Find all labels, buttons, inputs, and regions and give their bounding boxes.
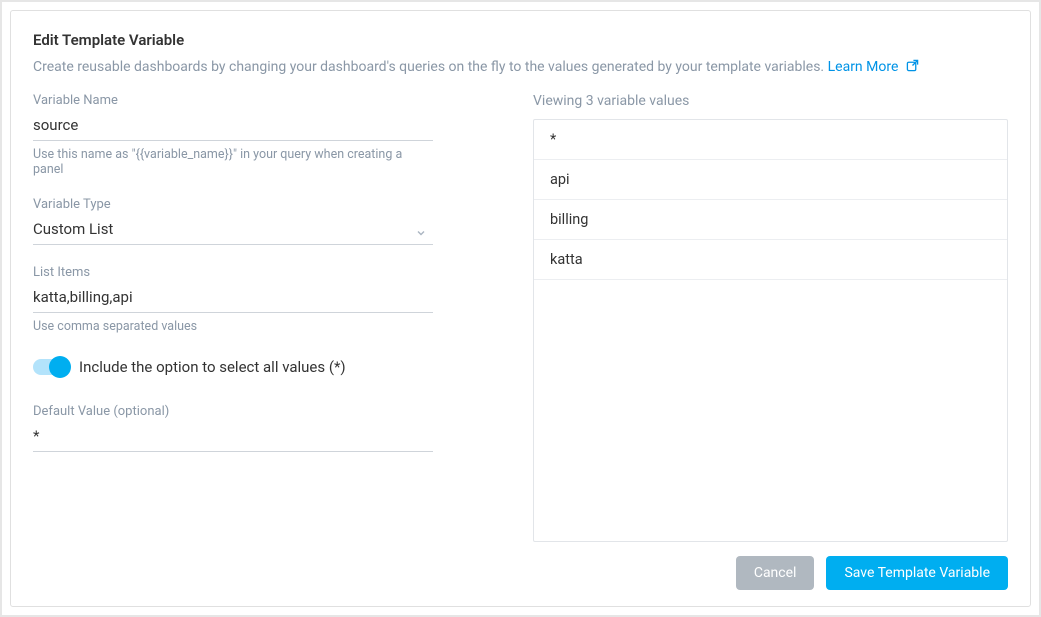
value-list: *apibillingkatta bbox=[533, 119, 1008, 542]
values-column: Viewing 3 variable values *apibillingkat… bbox=[533, 93, 1008, 542]
include-all-toggle-row: Include the option to select all values … bbox=[33, 358, 433, 376]
list-items-field: List Items Use comma separated values bbox=[33, 265, 433, 334]
value-list-item[interactable]: api bbox=[534, 160, 1007, 200]
modal-description-text: Create reusable dashboards by changing y… bbox=[33, 59, 824, 75]
edit-template-variable-modal: Edit Template Variable Create reusable d… bbox=[10, 10, 1031, 607]
value-list-item[interactable]: billing bbox=[534, 200, 1007, 240]
variable-type-field: Variable Type bbox=[33, 197, 433, 245]
value-list-item[interactable]: * bbox=[534, 120, 1007, 160]
default-value-label: Default Value (optional) bbox=[33, 404, 433, 419]
variable-type-select[interactable] bbox=[33, 218, 433, 245]
form-column: Variable Name Use this name as "{{variab… bbox=[33, 93, 433, 542]
learn-more-label: Learn More bbox=[828, 59, 899, 75]
external-link-icon bbox=[906, 59, 919, 72]
list-items-helper: Use comma separated values bbox=[33, 319, 433, 334]
save-button[interactable]: Save Template Variable bbox=[826, 556, 1008, 590]
learn-more-link[interactable]: Learn More bbox=[828, 59, 919, 75]
default-value-field: Default Value (optional) bbox=[33, 404, 433, 452]
modal-footer: Cancel Save Template Variable bbox=[33, 556, 1008, 590]
variable-name-field: Variable Name Use this name as "{{variab… bbox=[33, 93, 433, 177]
default-value-input[interactable] bbox=[33, 425, 433, 452]
variable-name-input[interactable] bbox=[33, 114, 433, 141]
include-all-toggle[interactable] bbox=[33, 359, 67, 375]
modal-title: Edit Template Variable bbox=[33, 31, 1008, 49]
cancel-button[interactable]: Cancel bbox=[736, 556, 815, 590]
toggle-knob bbox=[49, 356, 71, 378]
variable-type-label: Variable Type bbox=[33, 197, 433, 212]
variable-name-label: Variable Name bbox=[33, 93, 433, 108]
modal-description: Create reusable dashboards by changing y… bbox=[33, 59, 1008, 75]
values-header: Viewing 3 variable values bbox=[533, 93, 1008, 109]
variable-name-helper: Use this name as "{{variable_name}}" in … bbox=[33, 147, 433, 177]
list-items-label: List Items bbox=[33, 265, 433, 280]
value-list-item[interactable]: katta bbox=[534, 240, 1007, 280]
list-items-input[interactable] bbox=[33, 286, 433, 313]
include-all-toggle-label: Include the option to select all values … bbox=[79, 358, 346, 376]
